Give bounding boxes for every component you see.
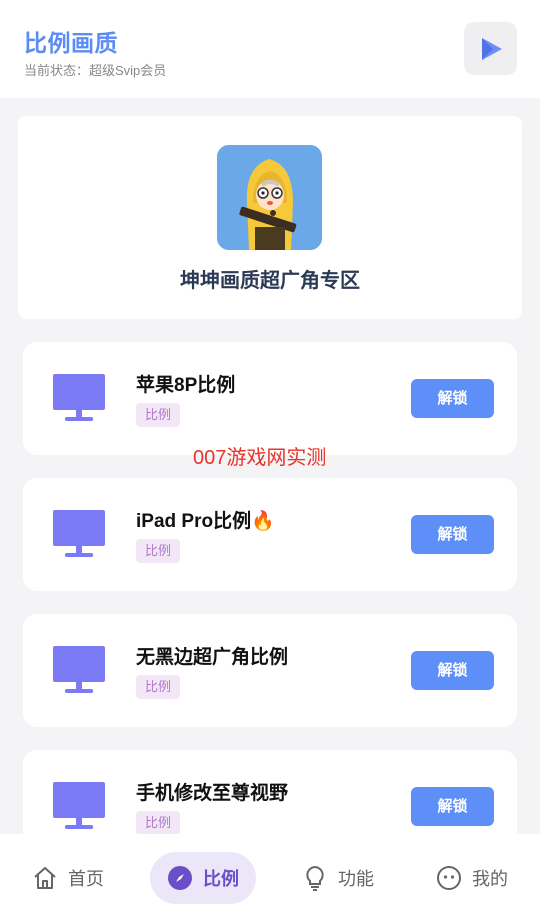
tab-label: 比例 (203, 869, 239, 889)
play-icon (481, 37, 502, 60)
unlock-button[interactable]: 解锁 (411, 515, 494, 554)
card-title: 手机修改至尊视野 (136, 783, 289, 804)
tab-mine[interactable]: 我的 (436, 852, 508, 904)
ratio-card-ipad-pro: iPad Pro比例🔥 比例 解锁 (23, 478, 517, 591)
character-avatar (217, 145, 322, 250)
page-title: 比例画质 (24, 30, 118, 56)
face-icon (437, 866, 461, 890)
ratio-tag: 比例 (136, 403, 181, 427)
ratio-tag: 比例 (136, 811, 181, 835)
hero-card: 坤坤画质超广角专区 (18, 116, 522, 319)
home-icon (34, 867, 56, 889)
play-button[interactable] (464, 22, 517, 75)
ratio-card-no-border-wide: 无黑边超广角比例 比例 解锁 (23, 614, 517, 727)
hero-title: 坤坤画质超广角专区 (180, 270, 360, 292)
bottom-tab-bar: 首页 比例 功能 我的 (0, 834, 540, 924)
compass-icon (168, 866, 192, 890)
unlock-button[interactable]: 解锁 (411, 379, 494, 418)
ratio-card-iphone8p: 苹果8P比例 比例 解锁 (23, 342, 517, 455)
tab-label: 功能 (338, 869, 374, 889)
tab-label: 我的 (472, 869, 508, 889)
tab-features[interactable]: 功能 (302, 852, 374, 904)
monitor-icon (53, 782, 105, 829)
monitor-icon (53, 510, 105, 557)
watermark-text: 007游戏网实测 (193, 447, 327, 469)
header: 比例画质 当前状态：超级Svip会员 (0, 0, 540, 98)
lightbulb-icon (306, 865, 324, 891)
card-title: 无黑边超广角比例 (136, 647, 289, 668)
tab-label: 首页 (68, 869, 104, 889)
ratio-tag: 比例 (136, 675, 181, 699)
ratio-tag: 比例 (136, 539, 181, 563)
monitor-icon (53, 646, 105, 693)
tab-ratio[interactable]: 比例 (150, 852, 256, 904)
membership-status: 当前状态：超级Svip会员 (24, 63, 167, 78)
unlock-button[interactable]: 解锁 (411, 787, 494, 826)
monitor-icon (53, 374, 105, 421)
tab-home[interactable]: 首页 (32, 852, 104, 904)
unlock-button[interactable]: 解锁 (411, 651, 494, 690)
card-title: 苹果8P比例 (136, 375, 236, 396)
card-title: iPad Pro比例🔥 (136, 511, 275, 532)
